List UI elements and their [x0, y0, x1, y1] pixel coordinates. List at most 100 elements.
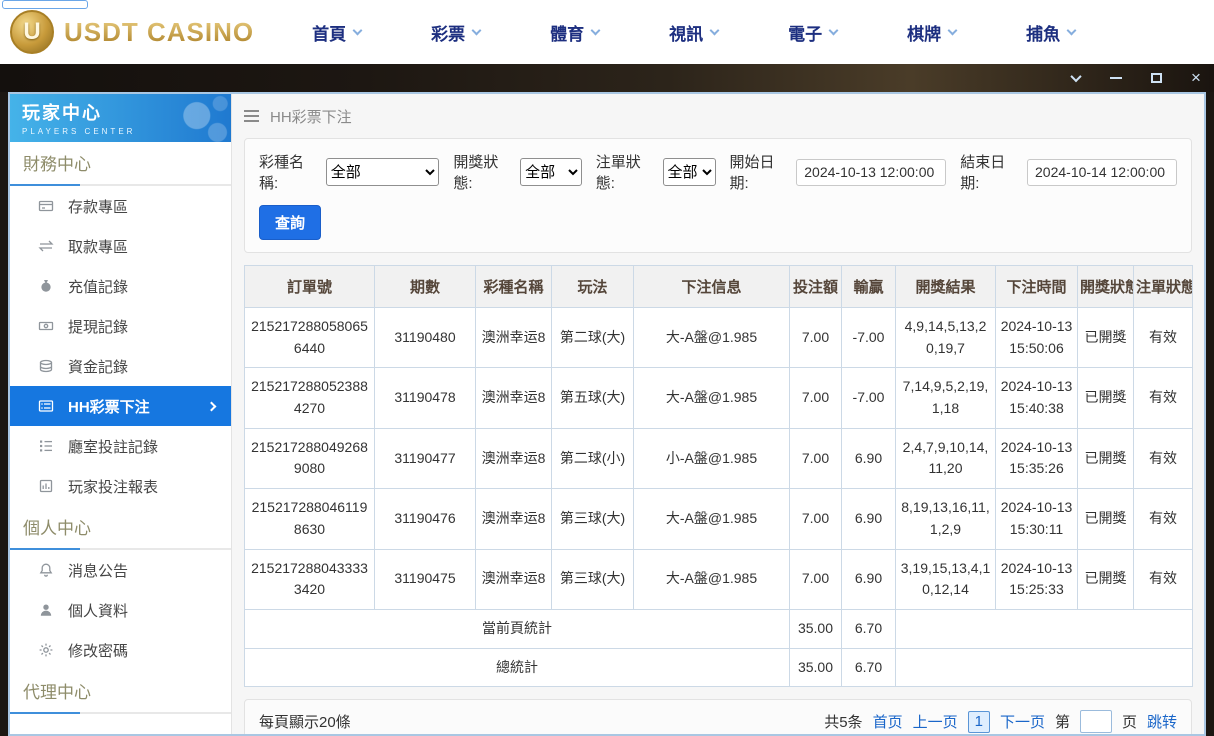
minimize-icon[interactable] [1108, 70, 1124, 86]
total-count-label: 共5条 [824, 711, 862, 732]
nav-item-video[interactable]: 視訊 [669, 20, 718, 45]
sidebar-item-player-bet-report[interactable]: 玩家投注報表 [10, 466, 231, 506]
cell-draw-status: 已開獎 [1078, 308, 1134, 368]
start-date-input[interactable] [796, 159, 946, 186]
nav-item-fishing[interactable]: 捕魚 [1026, 20, 1075, 45]
page: U USDT CASINO 首頁彩票體育視訊電子棋牌捕魚 × 玩家中心 PLAY… [0, 0, 1214, 736]
chevron-down-icon[interactable] [1068, 70, 1084, 86]
column-header: 開獎結果 [896, 266, 996, 308]
sidebar-item-hh-lottery-bets[interactable]: HH彩票下注 [10, 386, 231, 426]
cell-bet-info: 大-A盤@1.985 [634, 308, 790, 368]
sidebar-item-funds-records[interactable]: 資金記錄 [10, 346, 231, 386]
sidebar-section-header: 財務中心 [10, 142, 231, 186]
end-date-label: 結束日期: [960, 151, 1022, 193]
per-page-label: 每頁顯示20條 [259, 711, 351, 732]
cell-order-status: 有效 [1134, 428, 1193, 488]
cell-play: 第三球(大) [552, 549, 634, 609]
logo[interactable]: U USDT CASINO [10, 10, 254, 54]
cell-order-no: 2152172880523884270 [245, 368, 375, 428]
main-menu: 首頁 彩票 體育 視訊 電子 棋牌 捕魚 [312, 20, 1075, 45]
nav-item-label: 體育 [550, 20, 584, 45]
logo-coin-icon: U [10, 10, 54, 54]
total-summary-empty [896, 648, 1193, 687]
nav-item-slots[interactable]: 電子 [788, 20, 837, 45]
cell-win: 6.90 [842, 428, 896, 488]
nav-item-label: 視訊 [669, 20, 703, 45]
sidebar-item-withdraw[interactable]: 取款專區 [10, 226, 231, 266]
cell-bet-info: 大-A盤@1.985 [634, 549, 790, 609]
sidebar-item-recharge-records[interactable]: 充值記錄 [10, 266, 231, 306]
next-page-link[interactable]: 下一页 [1000, 711, 1045, 732]
sidebar-item-cashout-records[interactable]: 提現記錄 [10, 306, 231, 346]
chevron-down-icon [591, 26, 601, 36]
jump-page-input[interactable] [1080, 710, 1112, 733]
cell-order-no: 2152172880492689080 [245, 428, 375, 488]
section-title: 個人中心 [10, 519, 231, 539]
current-page-button[interactable]: 1 [968, 711, 990, 733]
table-row: 215217288052388427031190478澳洲幸运8第五球(大)大-… [245, 368, 1193, 428]
page-summary-empty [896, 609, 1193, 648]
cell-bet-info: 大-A盤@1.985 [634, 489, 790, 549]
cell-order-no: 2152172880461198630 [245, 489, 375, 549]
column-header: 訂單號 [245, 266, 375, 308]
cell-amount: 7.00 [790, 368, 842, 428]
cell-order-status: 有效 [1134, 549, 1193, 609]
filter-row: 彩種名稱: 全部 開獎狀態: 全部 注單狀態: 全部 開始日期: 結束日期: [259, 151, 1177, 193]
close-icon[interactable]: × [1188, 70, 1204, 86]
sidebar-item-label: 資金記錄 [68, 356, 128, 377]
chevron-down-icon [710, 26, 720, 36]
sidebar-item-change-password[interactable]: 修改密碼 [10, 630, 231, 670]
chevron-down-icon [829, 26, 839, 36]
section-title: 代理中心 [10, 683, 231, 703]
order-status-select[interactable]: 全部 [663, 158, 716, 186]
cell-time: 2024-10-13 15:50:06 [996, 308, 1078, 368]
maximize-icon[interactable] [1148, 70, 1164, 86]
cell-time: 2024-10-13 15:30:11 [996, 489, 1078, 549]
cell-win: 6.90 [842, 549, 896, 609]
draw-status-select[interactable]: 全部 [520, 158, 582, 186]
cell-order-status: 有效 [1134, 368, 1193, 428]
nav-item-label: 棋牌 [907, 20, 941, 45]
cell-result: 4,9,14,5,13,20,19,7 [896, 308, 996, 368]
nav-item-label: 首頁 [312, 20, 346, 45]
column-header: 投注額 [790, 266, 842, 308]
nav-item-lottery[interactable]: 彩票 [431, 20, 480, 45]
cell-bet-info: 小-A盤@1.985 [634, 428, 790, 488]
cell-result: 8,19,13,16,11,1,2,9 [896, 489, 996, 549]
section-divider [10, 548, 231, 550]
browser-tab-artifact [2, 0, 88, 9]
sidebar-item-hall-bet-records[interactable]: 廳室投註記錄 [10, 426, 231, 466]
prev-page-link[interactable]: 上一页 [913, 711, 958, 732]
sidebar-menu: 財務中心存款專區取款專區充值記錄提現記錄資金記錄 HH彩票下注廳室投註記錄玩家投注… [10, 142, 231, 714]
nav-item-sports[interactable]: 體育 [550, 20, 599, 45]
jump-link[interactable]: 跳转 [1147, 711, 1177, 732]
cell-lottery: 澳洲幸运8 [476, 428, 552, 488]
section-divider [10, 712, 231, 714]
query-button[interactable]: 查詢 [259, 205, 321, 240]
sidebar-item-announcements[interactable]: 消息公告 [10, 550, 231, 590]
filter-panel: 彩種名稱: 全部 開獎狀態: 全部 注單狀態: 全部 開始日期: 結束日期: [244, 138, 1192, 253]
person-icon [38, 602, 54, 618]
deposit-icon [38, 198, 54, 214]
menu-icon[interactable] [244, 110, 260, 122]
cell-win: -7.00 [842, 368, 896, 428]
cell-amount: 7.00 [790, 428, 842, 488]
sidebar-item-deposit[interactable]: 存款專區 [10, 186, 231, 226]
cell-result: 2,4,7,9,10,14,11,20 [896, 428, 996, 488]
cell-win: -7.00 [842, 308, 896, 368]
sidebar-item-profile[interactable]: 個人資料 [10, 590, 231, 630]
nav-item-chess[interactable]: 棋牌 [907, 20, 956, 45]
cashout-icon [38, 318, 54, 334]
first-page-link[interactable]: 首页 [873, 711, 903, 732]
column-header: 彩種名稱 [476, 266, 552, 308]
page-summary-amount: 35.00 [790, 609, 842, 648]
sidebar-item-label: 取款專區 [68, 236, 128, 257]
cell-amount: 7.00 [790, 489, 842, 549]
lottery-select[interactable]: 全部 [326, 158, 440, 186]
end-date-input[interactable] [1027, 159, 1177, 186]
jump-prefix-label: 第 [1055, 711, 1070, 732]
sidebar-item-label: 存款專區 [68, 196, 128, 217]
gear-icon [38, 642, 54, 658]
nav-item-home[interactable]: 首頁 [312, 20, 361, 45]
pagination-controls: 共5条 首页 上一页 1 下一页 第 页 跳转 [824, 710, 1177, 733]
